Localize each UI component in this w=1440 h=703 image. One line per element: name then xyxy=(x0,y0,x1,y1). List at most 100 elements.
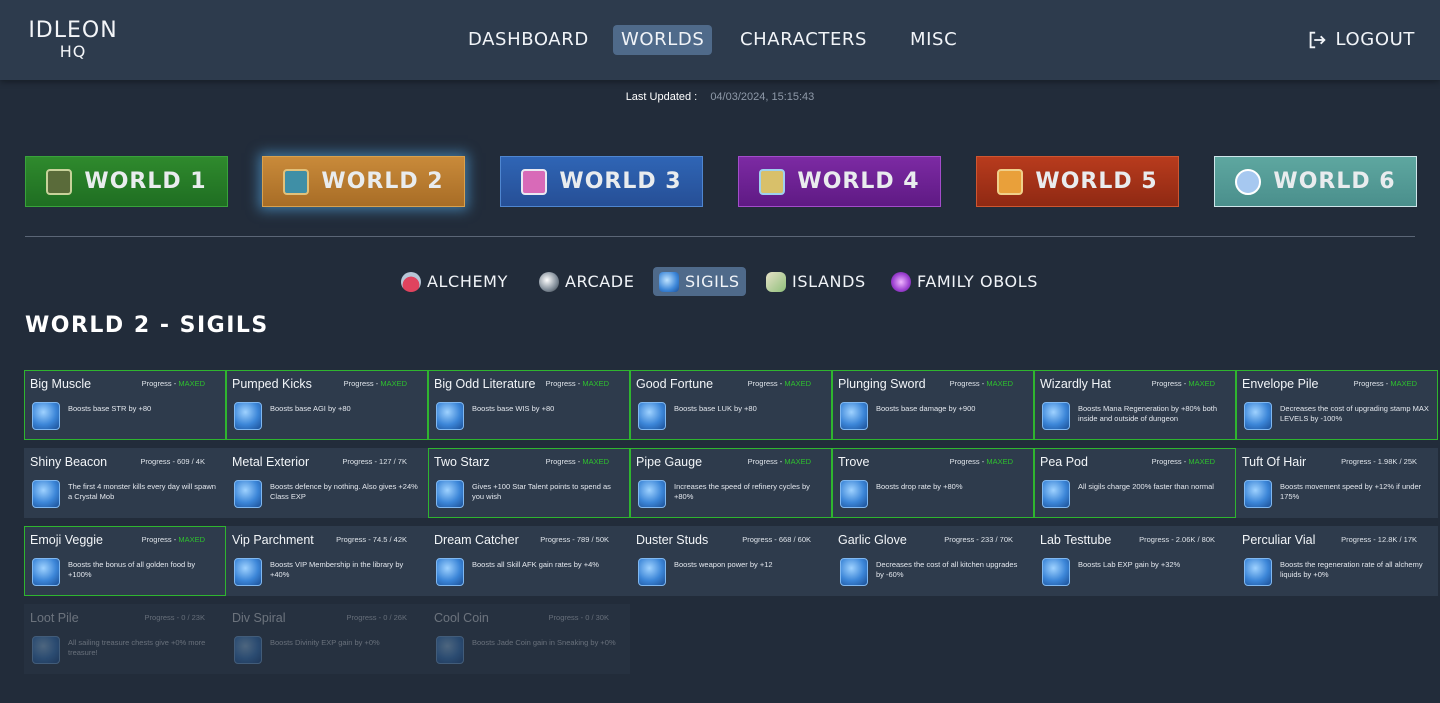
subtab-family-obols[interactable]: FAMILY OBOLS xyxy=(885,267,1044,296)
sigil-icon xyxy=(638,480,666,508)
sigil-progress-value: MAXED xyxy=(784,457,811,466)
sigil-progress-prefix: Progress - xyxy=(742,535,779,544)
sigil-card: Cool Coin Progress - 0 / 30K Boosts Jade C… xyxy=(428,604,630,674)
sigil-progress-prefix: Progress - xyxy=(141,535,179,544)
sigil-name: Plunging Sword xyxy=(838,377,926,391)
sigil-progress-value: 74.5 / 42K xyxy=(372,535,407,544)
sigil-progress-prefix: Progress - xyxy=(144,613,182,622)
sigil-icon xyxy=(1042,402,1070,430)
sigil-card: Big Muscle Progress - MAXED Boosts base ST… xyxy=(24,370,226,440)
subtab-arcade[interactable]: ARCADE xyxy=(533,267,640,296)
nav-dashboard[interactable]: DASHBOARD xyxy=(460,25,597,55)
logout-button[interactable]: LOGOUT xyxy=(1306,25,1415,55)
sigil-description: Boosts all Skill AFK gain rates by +4% xyxy=(472,560,599,569)
sigil-description: Gives +100 Star Talent points to spend a… xyxy=(472,482,611,501)
subtab-islands[interactable]: ISLANDS xyxy=(760,267,872,296)
logout-icon xyxy=(1309,31,1326,49)
world-6-button[interactable]: WORLD 6 xyxy=(1214,156,1417,207)
sigil-progress: Progress - MAXED xyxy=(142,379,205,388)
sigil-progress-value: 668 / 60K xyxy=(778,535,811,544)
world-1-label: WORLD 1 xyxy=(84,169,207,194)
sigil-progress: Progress - MAXED xyxy=(546,379,609,388)
sigil-name: Wizardly Hat xyxy=(1040,377,1111,391)
subtab-alchemy[interactable]: ALCHEMY xyxy=(395,267,514,296)
sigil-name: Good Fortune xyxy=(636,377,714,391)
sigil-name: Envelope Pile xyxy=(1242,377,1319,391)
logout-label: LOGOUT xyxy=(1335,29,1415,50)
subtab-family-obols-label: FAMILY OBOLS xyxy=(917,272,1039,291)
world-5-label: WORLD 5 xyxy=(1035,169,1158,194)
sigil-progress-value: 233 / 70K xyxy=(980,535,1013,544)
sigil-icon xyxy=(1244,480,1272,508)
sigil-progress-prefix: Progress - xyxy=(540,535,577,544)
sigil-card: Shiny Beacon Progress - 609 / 4K The first… xyxy=(24,448,226,518)
sigil-icon xyxy=(659,271,679,292)
last-updated-label: Last Updated : xyxy=(625,91,698,103)
world-5-button[interactable]: WORLD 5 xyxy=(976,156,1179,207)
sigil-progress-prefix: Progress - xyxy=(346,613,384,622)
nav-characters[interactable]: CHARACTERS xyxy=(732,25,875,55)
sigil-icon xyxy=(1042,480,1070,508)
sigil-progress: Progress - MAXED xyxy=(546,457,609,466)
world-3-button[interactable]: WORLD 3 xyxy=(500,156,703,207)
sigil-icon xyxy=(32,480,60,508)
sigil-name: Tuft Of Hair xyxy=(1242,455,1307,469)
sigil-name: Cool Coin xyxy=(434,611,489,625)
sigil-progress-prefix: Progress - xyxy=(140,457,178,466)
sigil-card: Garlic Glove Progress - 233 / 70K Decrease… xyxy=(832,526,1034,596)
sigil-progress-value: 127 / 7K xyxy=(379,457,407,466)
sigil-card: Dream Catcher Progress - 789 / 50K Boosts … xyxy=(428,526,630,596)
sigil-description: Decreases the cost of upgrading stamp MA… xyxy=(1280,404,1429,423)
sigil-progress: Progress - 609 / 4K xyxy=(140,457,205,466)
world-1-button[interactable]: WORLD 1 xyxy=(25,156,228,207)
sigil-name: Big Odd Literature xyxy=(434,377,536,391)
sigil-description: Boosts base damage by +900 xyxy=(876,404,976,413)
nav-worlds[interactable]: WORLDS xyxy=(613,25,713,55)
sigil-progress: Progress - 12.8K / 17K xyxy=(1341,535,1417,544)
sigil-icon xyxy=(234,480,262,508)
sigil-icon xyxy=(1244,402,1272,430)
sigil-description: Boosts movement speed by +12% if under 1… xyxy=(1280,482,1422,501)
sigil-card: Plunging Sword Progress - MAXED Boosts bas… xyxy=(832,370,1034,440)
sigil-description: Boosts weapon power by +12 xyxy=(674,560,773,569)
world-4-button[interactable]: WORLD 4 xyxy=(738,156,941,207)
world-4-icon xyxy=(759,168,786,195)
sigil-icon xyxy=(638,402,666,430)
sigil-icon xyxy=(32,558,60,586)
sigil-name: Big Muscle xyxy=(30,377,92,391)
sigil-icon xyxy=(32,636,60,664)
islands-bottle-icon xyxy=(766,271,786,292)
top-header: IDLEON HQ DASHBOARD WORLDS CHARACTERS MI… xyxy=(0,0,1440,80)
sigil-icon xyxy=(840,558,868,586)
sigil-card: Lab Testtube Progress - 2.06K / 80K Boosts… xyxy=(1034,526,1236,596)
sigil-card: Perculiar Vial Progress - 12.8K / 17K Boos… xyxy=(1236,526,1438,596)
sigil-description: The first 4 monster kills every day will… xyxy=(68,482,216,501)
nav-misc[interactable]: MISC xyxy=(902,25,965,55)
sigil-name: Duster Studs xyxy=(636,533,709,547)
subtab-arcade-label: ARCADE xyxy=(565,272,635,291)
sigil-progress: Progress - 1.98K / 25K xyxy=(1341,457,1417,466)
sigil-description: Boosts Mana Regeneration by +80% both in… xyxy=(1078,404,1218,423)
subtab-sigils[interactable]: SIGILS xyxy=(653,267,746,296)
sigil-icon xyxy=(638,558,666,586)
sigil-progress-value: 12.8K / 17K xyxy=(1377,535,1417,544)
sigil-description: Boosts Jade Coin gain in Sneaking by +0% xyxy=(472,638,616,647)
sigil-description: Boosts drop rate by +80% xyxy=(876,482,963,491)
sigil-name: Vip Parchment xyxy=(232,533,314,547)
sigil-card: Two Starz Progress - MAXED Gives +100 Star… xyxy=(428,448,630,518)
sigil-progress: Progress - MAXED xyxy=(344,379,407,388)
sigil-card: Trove Progress - MAXED Boosts drop rate by… xyxy=(832,448,1034,518)
sigil-description: All sailing treasure chests give +0% mor… xyxy=(68,638,206,657)
world-2-button[interactable]: WORLD 2 xyxy=(262,156,465,207)
world-3-icon xyxy=(521,168,548,195)
sigil-card: Duster Studs Progress - 668 / 60K Boosts w… xyxy=(630,526,832,596)
sigil-description: Boosts VIP Membership in the library by … xyxy=(270,560,404,579)
sigil-description: Boosts base STR by +80 xyxy=(68,404,152,413)
sigil-progress-value: MAXED xyxy=(178,535,205,544)
sigil-card: Pipe Gauge Progress - MAXED Increases the … xyxy=(630,448,832,518)
sigil-name: Two Starz xyxy=(434,455,490,469)
sigil-description: All sigils charge 200% faster than norma… xyxy=(1078,482,1214,491)
sigil-name: Shiny Beacon xyxy=(30,455,108,469)
sigil-progress-value: MAXED xyxy=(1390,379,1417,388)
sigil-progress-prefix: Progress - xyxy=(747,379,785,388)
